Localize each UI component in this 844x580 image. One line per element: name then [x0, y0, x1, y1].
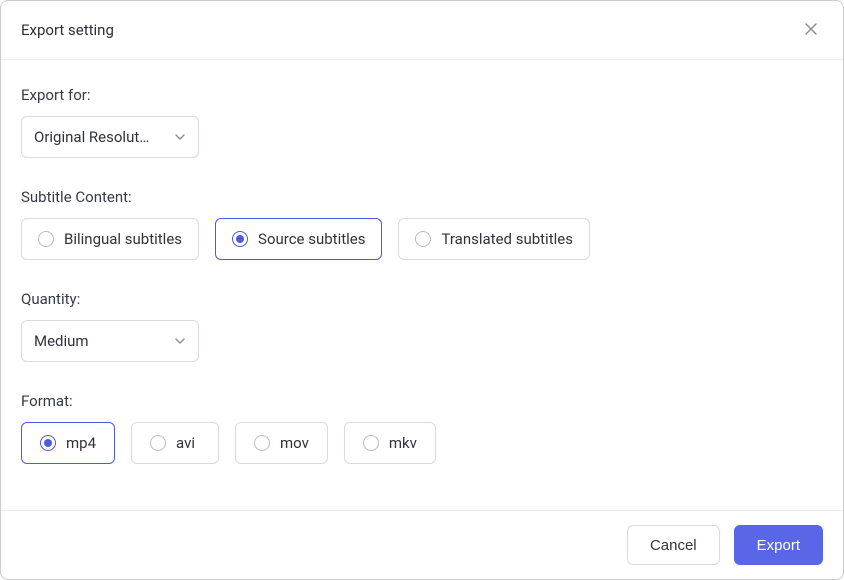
radio-label: Translated subtitles: [441, 230, 572, 248]
dialog-header: Export setting: [1, 1, 843, 60]
select-quantity[interactable]: Medium: [21, 320, 199, 362]
field-quantity: Quantity: Medium: [21, 290, 823, 362]
radio-label: mkv: [389, 434, 417, 452]
cancel-button[interactable]: Cancel: [627, 525, 720, 565]
radio-label: avi: [176, 434, 195, 452]
radio-label: mp4: [66, 434, 96, 452]
radio-subtitle-translated[interactable]: Translated subtitles: [398, 218, 589, 260]
radio-format-avi[interactable]: avi: [131, 422, 219, 464]
radio-icon: [254, 435, 270, 451]
radio-icon: [150, 435, 166, 451]
radio-format-mov[interactable]: mov: [235, 422, 328, 464]
select-export-for-value: Original Resolut…: [34, 128, 149, 146]
dialog-footer: Cancel Export: [1, 510, 843, 579]
radio-icon: [232, 231, 248, 247]
select-export-for[interactable]: Original Resolut…: [21, 116, 199, 158]
radio-group-subtitle-content: Bilingual subtitles Source subtitles Tra…: [21, 218, 823, 260]
radio-icon: [40, 435, 56, 451]
radio-subtitle-source[interactable]: Source subtitles: [215, 218, 382, 260]
radio-label: Bilingual subtitles: [64, 230, 182, 248]
chevron-down-icon: [174, 131, 186, 143]
radio-subtitle-bilingual[interactable]: Bilingual subtitles: [21, 218, 199, 260]
export-setting-dialog: Export setting Export for: Original Reso…: [0, 0, 844, 580]
close-icon: [803, 17, 819, 42]
chevron-down-icon: [174, 335, 186, 347]
radio-label: Source subtitles: [258, 230, 365, 248]
label-subtitle-content: Subtitle Content:: [21, 188, 823, 206]
select-quantity-value: Medium: [34, 332, 89, 350]
field-subtitle-content: Subtitle Content: Bilingual subtitles So…: [21, 188, 823, 260]
radio-format-mp4[interactable]: mp4: [21, 422, 115, 464]
label-export-for: Export for:: [21, 86, 823, 104]
label-quantity: Quantity:: [21, 290, 823, 308]
radio-group-format: mp4 avi mov mkv: [21, 422, 823, 464]
radio-icon: [363, 435, 379, 451]
close-button[interactable]: [799, 15, 823, 45]
radio-icon: [38, 231, 54, 247]
radio-icon: [415, 231, 431, 247]
label-format: Format:: [21, 392, 823, 410]
export-button[interactable]: Export: [734, 525, 823, 565]
field-format: Format: mp4 avi mov mkv: [21, 392, 823, 464]
dialog-body: Export for: Original Resolut… Subtitle C…: [1, 60, 843, 510]
field-export-for: Export for: Original Resolut…: [21, 86, 823, 158]
radio-format-mkv[interactable]: mkv: [344, 422, 436, 464]
dialog-title: Export setting: [21, 21, 114, 39]
radio-label: mov: [280, 434, 309, 452]
